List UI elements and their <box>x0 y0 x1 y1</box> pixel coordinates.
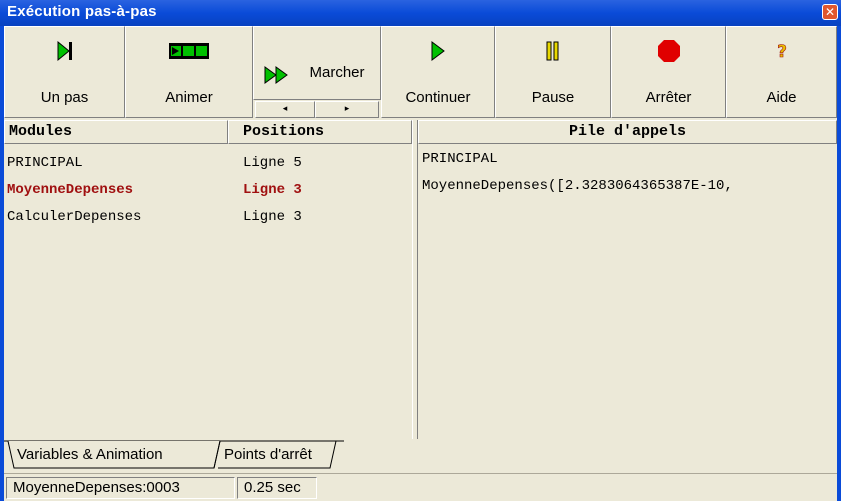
pause-button[interactable]: Pause <box>495 26 611 118</box>
module-position[interactable]: Ligne 3 <box>243 177 302 203</box>
film-icon <box>126 39 252 63</box>
window-title: Exécution pas-à-pas <box>7 3 157 20</box>
tab-variables-animation[interactable]: Variables & Animation <box>17 442 163 468</box>
stop-icon <box>612 39 725 63</box>
toolbar: Un pas Animer Marcher ◂ ▸ Continuer Paus… <box>4 26 837 118</box>
module-position[interactable]: Ligne 5 <box>243 150 302 176</box>
module-name[interactable]: PRINCIPAL <box>7 150 83 176</box>
fast-forward-icon <box>264 66 288 84</box>
step-icon <box>5 39 124 63</box>
modules-panel: Modules Positions PRINCIPAL Ligne 5 Moyenn… <box>4 120 412 439</box>
walk-slower-button[interactable]: ◂ <box>255 101 315 118</box>
window-border-right <box>837 26 841 501</box>
continue-button[interactable]: Continuer <box>381 26 495 118</box>
pause-label: Pause <box>531 89 575 106</box>
animate-button[interactable]: Animer <box>125 26 253 118</box>
status-bar: MoyenneDepenses:0003 0.25 sec <box>4 473 837 502</box>
help-button[interactable]: ? Aide <box>726 26 837 118</box>
play-icon <box>382 39 494 63</box>
modules-header[interactable]: Modules <box>4 120 228 144</box>
walk-button[interactable]: Marcher <box>253 26 381 100</box>
walk-group: Marcher ◂ ▸ <box>253 26 381 118</box>
title-bar[interactable]: Exécution pas-à-pas ✕ <box>0 0 841 26</box>
help-label: Aide <box>766 89 797 106</box>
stop-button[interactable]: Arrêter <box>611 26 726 118</box>
callstack-header[interactable]: Pile d'appels <box>418 120 837 144</box>
svg-text:?: ? <box>777 42 787 62</box>
module-name[interactable]: CalculerDepenses <box>7 204 141 230</box>
stop-label: Arrêter <box>645 89 692 106</box>
tab-breakpoints[interactable]: Points d'arrêt <box>224 442 312 468</box>
help-icon: ? <box>727 39 836 63</box>
status-position: MoyenneDepenses:0003 <box>6 477 235 499</box>
status-time: 0.25 sec <box>237 477 317 499</box>
debugger-window: Exécution pas-à-pas ✕ Un pas Animer Marc… <box>0 0 841 501</box>
continue-label: Continuer <box>405 89 471 106</box>
step-button[interactable]: Un pas <box>4 26 125 118</box>
callstack-entry[interactable]: PRINCIPAL <box>422 146 498 172</box>
walk-label: Marcher <box>309 64 365 81</box>
close-icon[interactable]: ✕ <box>822 4 838 20</box>
animate-label: Animer <box>165 89 213 106</box>
module-position[interactable]: Ligne 3 <box>243 204 302 230</box>
positions-header[interactable]: Positions <box>228 120 412 144</box>
callstack-entry[interactable]: MoyenneDepenses([2.3283064365387E-10, <box>422 173 733 199</box>
module-name[interactable]: MoyenneDepenses <box>7 177 133 203</box>
callstack-panel: Pile d'appels PRINCIPAL MoyenneDepenses([… <box>418 120 837 439</box>
step-label: Un pas <box>40 89 89 106</box>
walk-faster-button[interactable]: ▸ <box>315 101 379 118</box>
pause-icon <box>496 39 610 63</box>
tab-bar: Variables & Animation Points d'arrêt <box>4 440 837 472</box>
